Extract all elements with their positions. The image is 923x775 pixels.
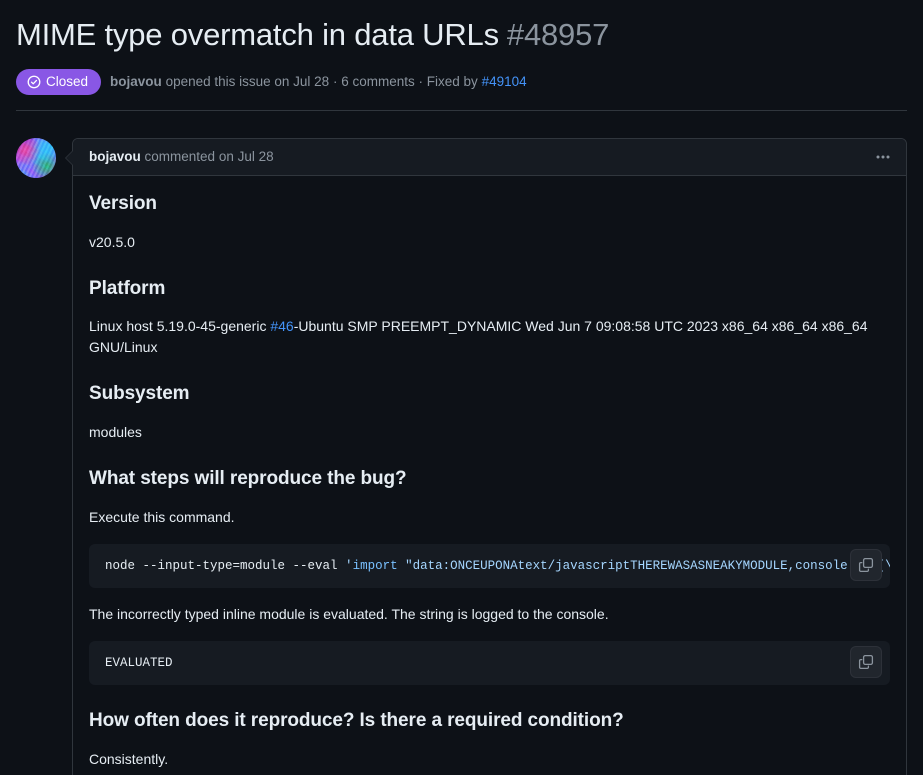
avatar-image bbox=[16, 137, 56, 178]
heading-frequency: How often does it reproduce? Is there a … bbox=[89, 709, 624, 731]
issue-author-link[interactable]: bojavou bbox=[110, 74, 162, 89]
status-badge-label: Closed bbox=[46, 74, 89, 89]
code-block-output: EVALUATED bbox=[89, 640, 890, 685]
issue-page: MIME type overmatch in data URLs #48957 … bbox=[0, 0, 923, 775]
heading-version: Version bbox=[89, 192, 157, 214]
fixed-by-label: Fixed by bbox=[426, 73, 478, 89]
comment-byline: bojavou commented on Jul 28 bbox=[89, 147, 274, 167]
meta-separator-2: · bbox=[418, 73, 424, 89]
comment-author-link[interactable]: bojavou bbox=[89, 149, 141, 164]
comment-body: Version v20.5.0 Platform Linux host 5.19… bbox=[73, 176, 906, 775]
copy-command-button[interactable] bbox=[850, 548, 882, 581]
code-token-plain: node --input-type=module --eval bbox=[105, 558, 346, 573]
check-circle-icon bbox=[27, 75, 41, 89]
copy-icon bbox=[858, 654, 874, 670]
text-platform: Linux host 5.19.0-45-generic #46-Ubuntu … bbox=[89, 316, 890, 358]
issue-opened-text: opened this issue on Jul 28 bbox=[165, 73, 330, 89]
comment-box: bojavou commented on Jul 28 Version v20.… bbox=[65, 137, 907, 775]
text-subsystem: modules bbox=[89, 424, 142, 440]
issue-header: MIME type overmatch in data URLs #48957 … bbox=[0, 0, 923, 110]
text-result: The incorrectly typed inline module is e… bbox=[89, 605, 609, 622]
text-version: v20.5.0 bbox=[89, 233, 135, 250]
copy-output-button[interactable] bbox=[850, 645, 882, 678]
copy-icon bbox=[858, 557, 874, 573]
kebab-horizontal-icon bbox=[875, 149, 891, 165]
page-title: MIME type overmatch in data URLs bbox=[16, 17, 499, 52]
comment-actions bbox=[870, 145, 896, 169]
heading-repro-steps: What steps will reproduce the bug? bbox=[89, 468, 407, 489]
comment-action-text: commented on Jul 28 bbox=[144, 148, 274, 164]
code-token-keyword: import bbox=[352, 558, 398, 573]
meta-separator-1: · bbox=[332, 73, 338, 89]
code-output-line: EVALUATED bbox=[105, 655, 173, 670]
issue-meta: bojavou opened this issue on Jul 28 · 6 … bbox=[110, 72, 527, 92]
issue-title-row: MIME type overmatch in data URLs #48957 bbox=[16, 16, 907, 55]
text-frequency: Consistently. bbox=[89, 750, 169, 767]
timeline-comment: bojavou commented on Jul 28 Version v20.… bbox=[16, 137, 907, 775]
code-command-line: node --input-type=module --eval 'import … bbox=[89, 556, 890, 576]
issue-timeline: bojavou commented on Jul 28 Version v20.… bbox=[0, 111, 923, 775]
heading-platform: Platform bbox=[89, 277, 166, 299]
avatar[interactable] bbox=[16, 137, 56, 178]
issue-meta-row: Closed bojavou opened this issue on Jul … bbox=[16, 68, 907, 110]
code-block-command: node --input-type=module --eval 'import … bbox=[89, 543, 890, 588]
platform-prefix: Linux host 5.19.0-45-generic bbox=[89, 318, 271, 335]
issue-number: #48957 bbox=[506, 17, 610, 52]
code-token-string: "data:ONCEUPONAtext/javascriptTHEREWASAS… bbox=[405, 558, 890, 573]
comment-menu-button[interactable] bbox=[870, 145, 896, 169]
heading-subsystem: Subsystem bbox=[89, 383, 190, 405]
status-badge[interactable]: Closed bbox=[16, 68, 102, 95]
issue-comment-count: 6 comments bbox=[341, 73, 415, 89]
platform-issue-link[interactable]: #46 bbox=[270, 318, 293, 334]
code-token-quote: ' bbox=[345, 558, 353, 573]
comment-header: bojavou commented on Jul 28 bbox=[73, 138, 906, 176]
fixed-by-link[interactable]: #49104 bbox=[482, 74, 527, 89]
text-repro-steps: Execute this command. bbox=[89, 508, 235, 525]
